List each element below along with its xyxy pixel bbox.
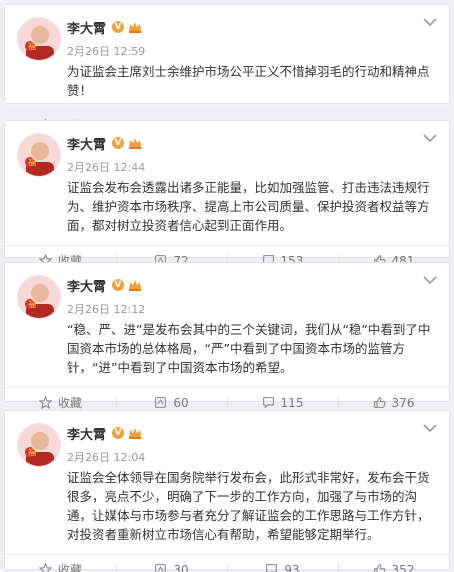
svg-text:福: 福 (28, 448, 36, 457)
like-count: 352 (391, 562, 415, 572)
weibo-post-card: 福 李大霄 V 2月26日 12:12 “稳、严、进”是发布会其中的三个关键词，… (4, 262, 450, 410)
star-icon (38, 563, 52, 572)
avatar[interactable]: 福 (17, 275, 61, 319)
favorite-label: 收藏 (57, 563, 82, 572)
verified-badge-icon: V (112, 137, 125, 149)
favorite-button[interactable]: 收藏 (5, 555, 116, 572)
comment-count: 115 (280, 395, 304, 410)
repost-count: 60 (173, 395, 189, 410)
post-text: 为证监会主席刘士余维护市场公平正义不惜掉羽毛的行动和精神点赞！ (67, 64, 430, 98)
chevron-down-icon[interactable] (423, 275, 437, 285)
vip-crown-icon (129, 428, 142, 439)
chevron-down-icon[interactable] (423, 423, 437, 433)
like-button[interactable]: 352 (338, 555, 449, 572)
post-time[interactable]: 2月26日 12:04 (67, 449, 437, 464)
post-time[interactable]: 2月26日 12:12 (67, 301, 437, 316)
action-bar: 收藏 30 93 352 (5, 554, 449, 572)
verified-badge-icon: V (112, 427, 125, 439)
thumbs-up-icon (373, 397, 386, 408)
weibo-post-card: 福 李大霄 V 2月26日 12:44 证监会发布会透露出诸多正能量，比如加强监… (4, 120, 450, 268)
chevron-down-icon[interactable] (423, 133, 437, 143)
avatar[interactable]: 福 (17, 17, 61, 61)
verified-badge-icon: V (112, 21, 125, 33)
vip-crown-icon (129, 280, 142, 291)
repost-count: 30 (173, 562, 189, 572)
post-text: 证监会全体领导在国务院举行发布会，此形式非常好，发布会干货很多，亮点不少，明确了… (67, 470, 430, 542)
author-name[interactable]: 李大霄 (67, 18, 106, 37)
weibo-post-card: 福 李大霄 V 2月26日 12:59 为证监会主席刘士余维护市场公平正义不惜掉… (4, 4, 450, 133)
comment-count: 93 (284, 562, 300, 572)
avatar[interactable]: 福 (17, 423, 61, 467)
like-count: 376 (391, 395, 415, 410)
repost-icon (155, 564, 167, 572)
repost-icon (155, 397, 167, 408)
author-name[interactable]: 李大霄 (67, 134, 106, 153)
svg-text:福: 福 (28, 158, 36, 167)
post-text: “稳、严、进”是发布会其中的三个关键词，我们从“稳”中看到了中国资本市场的总体格… (67, 322, 431, 375)
avatar[interactable]: 福 (17, 133, 61, 177)
verified-badge-icon: V (112, 279, 125, 291)
post-time[interactable]: 2月26日 12:44 (67, 159, 437, 174)
weibo-post-card: 福 李大霄 V 2月26日 12:04 证监会全体领导在国务院举行发布会，此形式… (4, 410, 450, 572)
repost-button[interactable]: 30 (116, 555, 227, 572)
favorite-label: 收藏 (57, 396, 82, 410)
chevron-down-icon[interactable] (423, 17, 437, 27)
comment-icon (262, 397, 274, 409)
comment-icon (266, 564, 278, 572)
svg-text:福: 福 (28, 300, 36, 309)
post-text: 证监会发布会透露出诸多正能量，比如加强监管、打击违法违规行为、维护资本市场秩序、… (67, 180, 430, 233)
comment-button[interactable]: 93 (227, 555, 338, 572)
author-name[interactable]: 李大霄 (67, 424, 106, 443)
author-name[interactable]: 李大霄 (67, 276, 106, 295)
svg-text:福: 福 (28, 42, 36, 51)
vip-crown-icon (129, 138, 142, 149)
post-time[interactable]: 2月26日 12:59 (67, 43, 437, 58)
star-icon (38, 396, 52, 409)
thumbs-up-icon (373, 564, 386, 572)
vip-crown-icon (129, 22, 142, 33)
